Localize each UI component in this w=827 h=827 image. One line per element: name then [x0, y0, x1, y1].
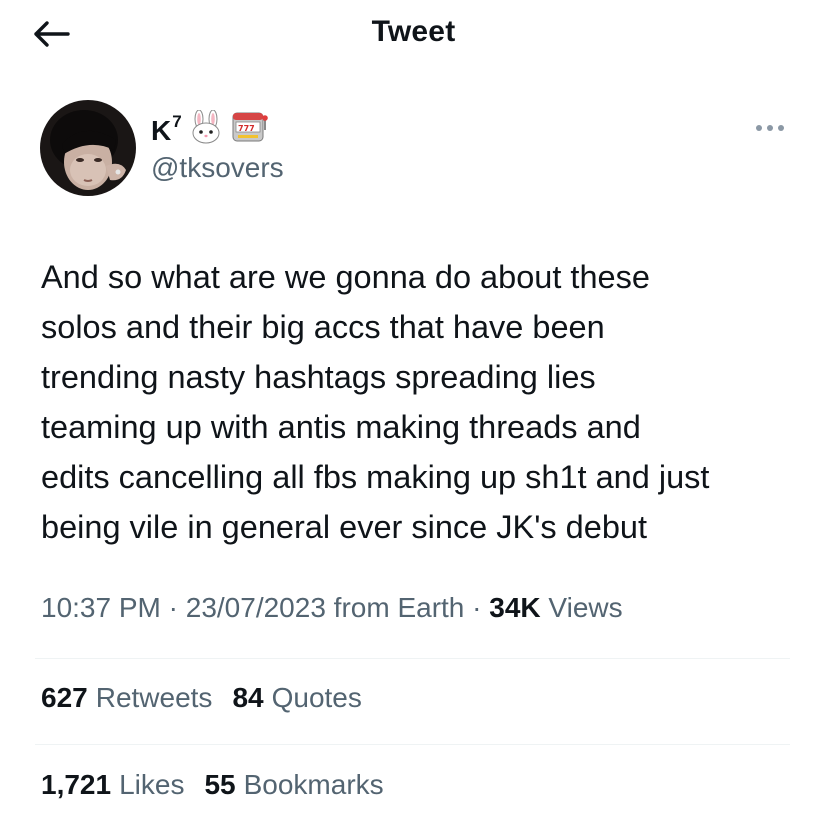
- avatar-image: [40, 100, 136, 196]
- display-name-superscript: 7: [172, 111, 182, 131]
- rabbit-face-emoji: [188, 109, 224, 151]
- divider: [35, 658, 790, 659]
- retweets-stat[interactable]: 627 Retweets: [41, 682, 212, 714]
- bookmarks-stat[interactable]: 55 Bookmarks: [204, 769, 383, 801]
- tweet-source: from Earth: [333, 592, 465, 623]
- avatar[interactable]: [40, 100, 136, 196]
- retweets-label: Retweets: [95, 682, 213, 713]
- slot-machine-emoji: 777: [230, 110, 270, 151]
- likes-count: 1,721: [41, 769, 112, 800]
- display-name-text: K: [151, 114, 172, 146]
- meta-separator: ·: [168, 592, 178, 623]
- retweets-count: 627: [41, 682, 88, 713]
- top-bar: Tweet: [0, 0, 827, 70]
- bookmarks-count: 55: [204, 769, 236, 800]
- tweet-meta: 10:37 PM · 23/07/2023 from Earth · 34K V…: [41, 592, 623, 624]
- display-name[interactable]: K7 777: [151, 109, 270, 151]
- tweet-text: And so what are we gonna do about these …: [41, 259, 710, 545]
- likes-label: Likes: [119, 769, 185, 800]
- quotes-label: Quotes: [271, 682, 362, 713]
- bookmarks-label: Bookmarks: [243, 769, 384, 800]
- user-handle[interactable]: @tksovers: [151, 152, 284, 184]
- quotes-count: 84: [232, 682, 264, 713]
- page-title: Tweet: [371, 15, 456, 48]
- views-label: Views: [548, 592, 623, 623]
- divider: [35, 744, 790, 745]
- tweet-date[interactable]: 23/07/2023: [186, 592, 326, 623]
- ellipsis-icon-dot: [778, 125, 784, 131]
- svg-text:777: 777: [238, 124, 255, 133]
- views-count: 34K: [489, 592, 541, 623]
- engagement-row-likes: 1,721 Likes 55 Bookmarks: [41, 769, 384, 801]
- ellipsis-icon-dot: [756, 125, 762, 131]
- quotes-stat[interactable]: 84 Quotes: [232, 682, 361, 714]
- more-options-button[interactable]: [750, 116, 790, 140]
- ellipsis-icon-dot: [767, 125, 773, 131]
- meta-separator: ·: [472, 592, 482, 623]
- engagement-row-reposts: 627 Retweets 84 Quotes: [41, 682, 362, 714]
- tweet-time[interactable]: 10:37 PM: [41, 592, 161, 623]
- likes-stat[interactable]: 1,721 Likes: [41, 769, 184, 801]
